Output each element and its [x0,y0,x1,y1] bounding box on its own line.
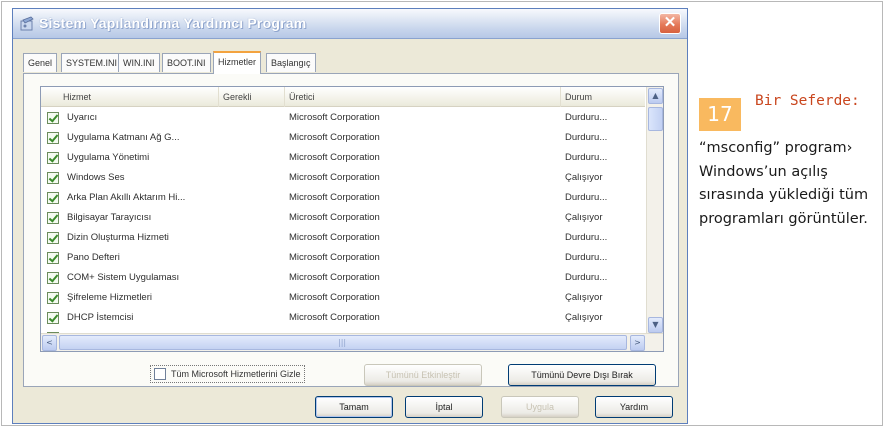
table-row[interactable]: DHCP İstemcisi Microsoft Corporation Çalış… [41,308,645,328]
service-name: COM+ Sistem Uygulaması [67,272,180,283]
step-description: “msconfig” program› Windows’un açılış sı… [699,140,869,227]
title-bar[interactable]: Sistem Yapılandırma Yardımcı Program ✕ [13,9,687,39]
table-row[interactable]: Uygulama Katmanı Ağ G... Microsoft Corpor… [41,128,645,148]
service-manufacturer: Microsoft Corporation [289,312,380,323]
column-header-required[interactable]: Gerekli [219,87,285,107]
service-manufacturer: Microsoft Corporation [289,192,380,203]
service-checkbox[interactable] [47,272,59,284]
vertical-scroll-thumb[interactable] [648,107,663,131]
service-manufacturer: Microsoft Corporation [289,172,380,183]
tab-hizmetler[interactable]: Hizmetler [213,51,262,74]
scroll-down-icon[interactable]: ▼ [648,317,663,333]
scroll-left-icon[interactable]: < [42,335,57,351]
scroll-right-icon[interactable]: > [630,335,645,351]
tab-baslangic[interactable]: Başlangıç [266,53,316,72]
table-row[interactable]: Uyarıcı Microsoft Corporation Durduru... [41,108,645,128]
checkbox-box[interactable] [154,368,166,380]
service-status: Durduru... [565,152,608,163]
tab-system-ini[interactable]: SYSTEM.INI [61,53,123,72]
service-name: DHCP İstemcisi [67,312,134,323]
column-header-status[interactable]: Durum [561,87,645,107]
close-icon[interactable]: ✕ [659,13,681,34]
msconfig-app-icon [20,16,34,31]
service-name: Bilgisayar Tarayıcısı [67,212,152,223]
cancel-button[interactable]: İptal [405,396,483,418]
tab-genel[interactable]: Genel [23,53,58,72]
ok-button[interactable]: Tamam [315,396,393,418]
column-header-service[interactable]: Hizmet [41,87,219,107]
hide-microsoft-services-checkbox[interactable]: Tüm Microsoft Hizmetlerini Gizle [150,365,305,383]
service-checkbox[interactable] [47,112,59,124]
tab-win-ini[interactable]: WIN.INI [118,53,160,72]
enable-all-button[interactable]: Tümünü Etkinleştir [364,364,482,386]
msconfig-window: Sistem Yapılandırma Yardımcı Program ✕ G… [12,8,688,424]
service-manufacturer: Microsoft Corporation [289,212,380,223]
horizontal-scrollbar[interactable]: < > [41,333,663,351]
service-status: Durduru... [565,252,608,263]
service-manufacturer: Microsoft Corporation [289,132,380,143]
service-checkbox[interactable] [47,252,59,264]
service-checkbox[interactable] [47,312,59,324]
disable-all-button[interactable]: Tümünü Devre Dışı Bırak [508,364,656,386]
table-row[interactable]: COM+ Sistem Uygulaması Microsoft Corporat… [41,268,645,288]
service-manufacturer: Microsoft Corporation [289,272,380,283]
hide-microsoft-services-label: Tüm Microsoft Hizmetlerini Gizle [171,369,301,379]
table-row[interactable]: Bilgisayar Tarayıcısı Microsoft Corporati… [41,208,645,228]
step-number-badge: 17 [699,98,741,131]
service-name: Uygulama Yönetimi [67,152,150,163]
horizontal-scroll-thumb[interactable] [59,335,627,350]
service-status: Durduru... [565,272,608,283]
service-status: Çalışıyor [565,172,603,183]
service-name: Windows Ses [67,172,125,183]
service-checkbox[interactable] [47,212,59,224]
service-manufacturer: Microsoft Corporation [289,252,380,263]
service-status: Durduru... [565,232,608,243]
service-name: Uygulama Katmanı Ağ G... [67,132,180,143]
step-title: Bir Seferde: [755,93,860,109]
service-checkbox[interactable] [47,292,59,304]
service-checkbox[interactable] [47,132,59,144]
scroll-up-icon[interactable]: ▲ [648,88,663,104]
service-manufacturer: Microsoft Corporation [289,112,380,123]
service-status: Durduru... [565,112,608,123]
article-frame: Sistem Yapılandırma Yardımcı Program ✕ G… [1,1,883,426]
table-row[interactable]: Şifreleme Hizmetleri Microsoft Corporatio… [41,288,645,308]
service-status: Çalışıyor [565,312,603,323]
service-status: Çalışıyor [565,292,603,303]
help-button[interactable]: Yardım [595,396,673,418]
service-manufacturer: Microsoft Corporation [289,232,380,243]
table-row[interactable]: Dizin Oluşturma Hizmeti Microsoft Corpora… [41,228,645,248]
apply-button[interactable]: Uygula [501,396,579,418]
window-title: Sistem Yapılandırma Yardımcı Program [39,15,307,31]
services-tab-panel: Hizmet Gerekli Üretici Durum Uyarıcı Micr… [23,73,679,387]
service-name: Pano Defteri [67,252,120,263]
list-header: Hizmet Gerekli Üretici Durum [41,87,645,107]
service-manufacturer: Microsoft Corporation [289,152,380,163]
tab-boot-ini[interactable]: BOOT.INI [162,53,211,72]
table-row[interactable]: Arka Plan Akıllı Aktarım Hi... Microsoft … [41,188,645,208]
service-manufacturer: Microsoft Corporation [289,292,380,303]
service-status: Çalışıyor [565,212,603,223]
table-row[interactable]: Pano Defteri Microsoft Corporation Durduru… [41,248,645,268]
table-row[interactable]: Windows Ses Microsoft Corporation Çalışıyo… [41,168,645,188]
service-name: Dizin Oluşturma Hizmeti [67,232,169,243]
services-list[interactable]: Hizmet Gerekli Üretici Durum Uyarıcı Micr… [40,86,664,352]
service-name: Arka Plan Akıllı Aktarım Hi... [67,192,186,203]
service-name: Uyarıcı [67,112,98,123]
table-row[interactable]: Uygulama Yönetimi Microsoft Corporation Du… [41,148,645,168]
service-checkbox[interactable] [47,152,59,164]
service-rows: Uyarıcı Microsoft Corporation Durduru... Uy… [41,108,645,348]
service-status: Durduru... [565,132,608,143]
column-header-manufacturer[interactable]: Üretici [285,87,561,107]
service-checkbox[interactable] [47,192,59,204]
service-status: Durduru... [565,192,608,203]
vertical-scrollbar[interactable]: ▲ ▼ [646,87,663,334]
service-checkbox[interactable] [47,172,59,184]
service-checkbox[interactable] [47,232,59,244]
service-name: Şifreleme Hizmetleri [67,292,152,303]
